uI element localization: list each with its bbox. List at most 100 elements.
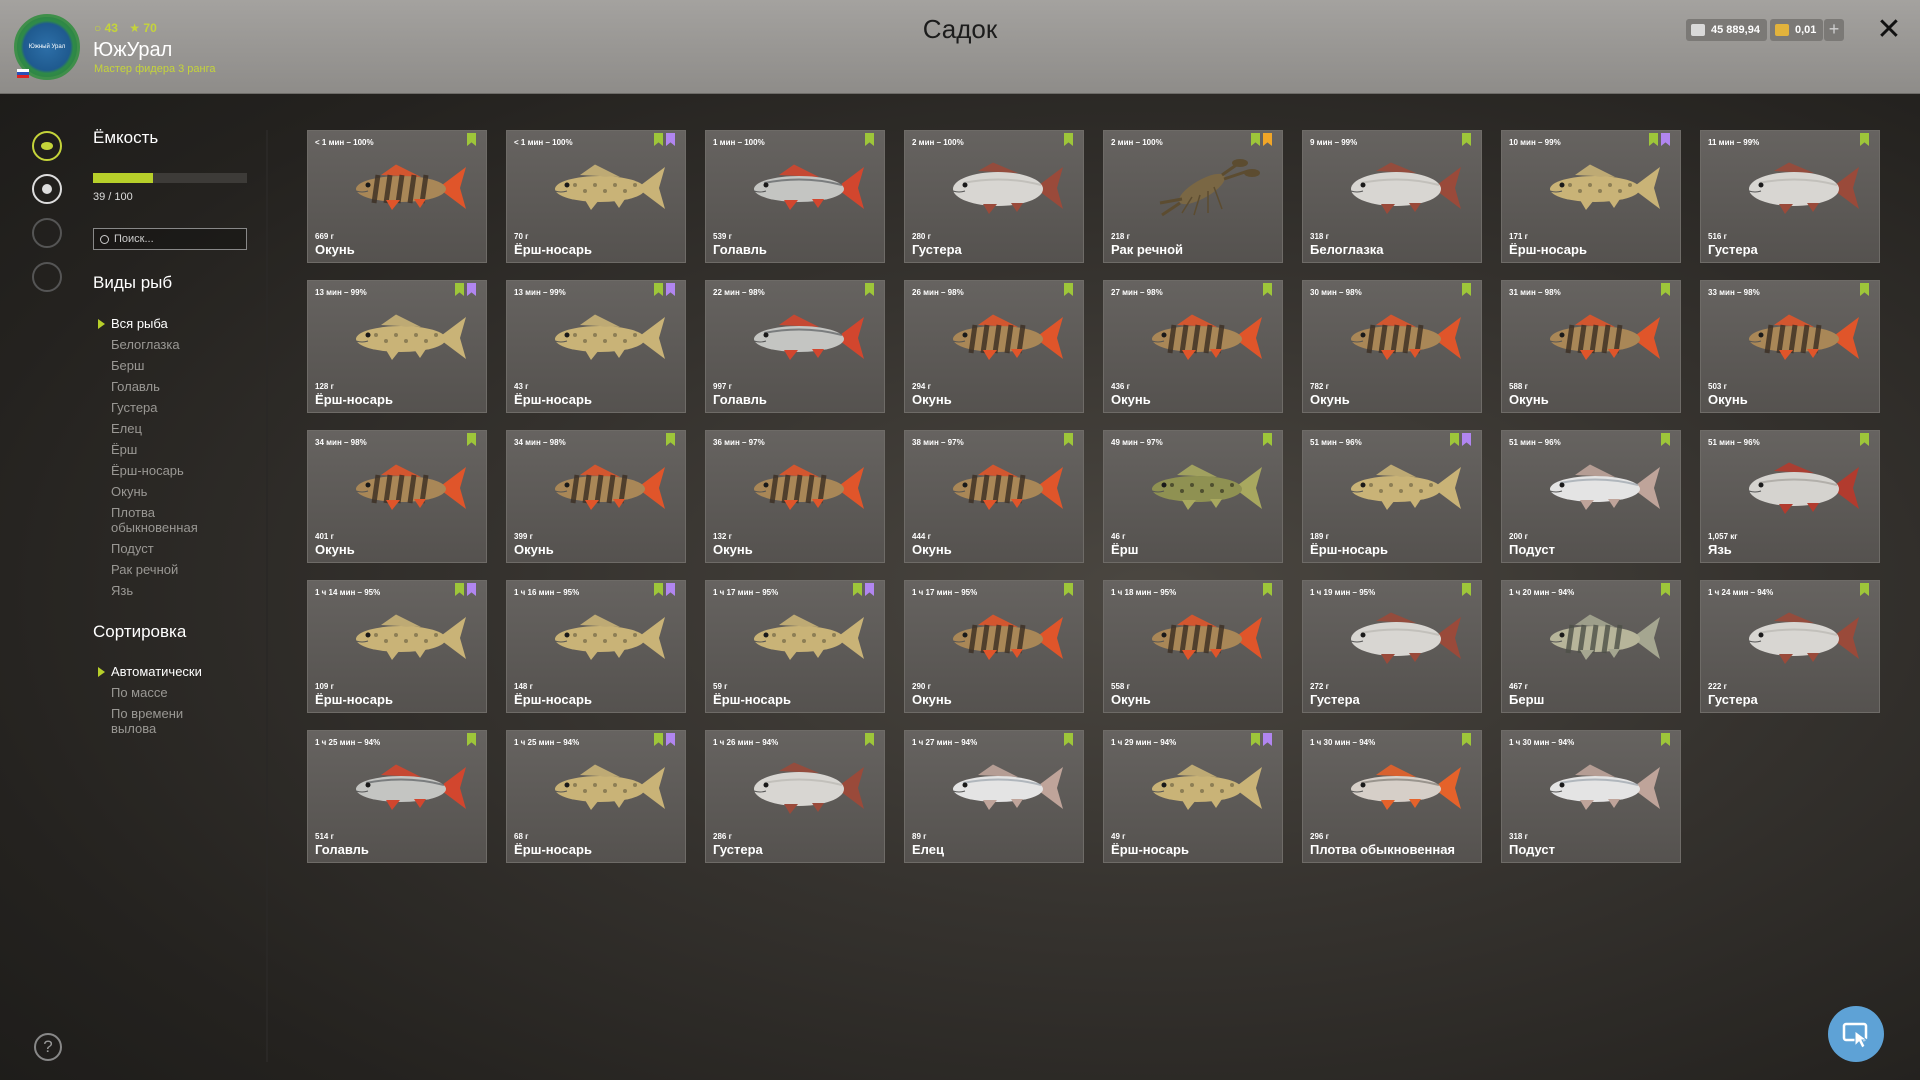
catch-card[interactable]: 9 мин – 99% 318 г Белоглазка — [1302, 130, 1482, 263]
catch-card[interactable]: 34 мин – 98% 399 г Окунь — [506, 430, 686, 563]
green-bookmark-icon — [853, 583, 862, 596]
catch-card[interactable]: 51 мин – 96% 200 г Подуст — [1501, 430, 1681, 563]
catch-name: Густера — [1708, 692, 1758, 707]
catch-card[interactable]: 27 мин – 98% 436 г Окунь — [1103, 280, 1283, 413]
catch-card[interactable]: < 1 мин – 100% 669 г Окунь — [307, 130, 487, 263]
catch-time: 1 ч 16 мин – 95% — [514, 588, 580, 597]
catch-time: 38 мин – 97% — [912, 438, 964, 447]
catch-time: 1 ч 30 мин – 94% — [1310, 738, 1376, 747]
bream-fish-image — [1350, 162, 1461, 214]
species-filter-1[interactable]: Белоглазка — [111, 337, 221, 352]
species-filter-9[interactable]: Плотва обыкновенная — [111, 505, 221, 535]
catch-card[interactable]: 1 ч 17 мин – 95% 59 г Ёрш-носарь — [705, 580, 885, 713]
sort-option-0[interactable]: Автоматически — [98, 664, 221, 679]
cursor-mode-button[interactable] — [1828, 1006, 1884, 1062]
species-filter-0[interactable]: Вся рыба — [98, 316, 221, 331]
green-bookmark-icon — [1860, 283, 1869, 296]
catch-time: 11 мин – 99% — [1708, 138, 1760, 147]
crayfish-view-icon[interactable] — [32, 174, 62, 204]
catch-card[interactable]: 1 ч 30 мин – 94% 296 г Плотва обыкновенн… — [1302, 730, 1482, 863]
catch-card[interactable]: 1 ч 20 мин – 94% 467 г Берш — [1501, 580, 1681, 713]
catch-card[interactable]: 22 мин – 98% 997 г Голавль — [705, 280, 885, 413]
catch-weight: 222 г — [1708, 682, 1727, 691]
catch-card[interactable]: 26 мин – 98% 294 г Окунь — [904, 280, 1084, 413]
catch-name: Окунь — [1111, 392, 1151, 407]
catch-card[interactable]: 1 ч 14 мин – 95% 109 г Ёрш-носарь — [307, 580, 487, 713]
add-currency-button[interactable]: + — [1824, 19, 1844, 41]
fish-view-icon[interactable] — [32, 131, 62, 161]
catch-card[interactable]: 1 ч 16 мин – 95% 148 г Ёрш-носарь — [506, 580, 686, 713]
catch-card[interactable]: 11 мин – 99% 516 г Густера — [1700, 130, 1880, 263]
catch-name: Ёрш-носарь — [514, 242, 592, 257]
catch-badges — [1860, 433, 1869, 446]
sort-option-2[interactable]: По времени вылова — [111, 706, 221, 736]
catch-card[interactable]: 49 мин – 97% 46 г Ёрш — [1103, 430, 1283, 563]
green-bookmark-icon — [455, 583, 464, 596]
catch-card[interactable]: 10 мин – 99% 171 г Ёрш-носарь — [1501, 130, 1681, 263]
catch-card[interactable]: 51 мин – 96% 189 г Ёрш-носарь — [1302, 430, 1482, 563]
species-filter-8[interactable]: Окунь — [111, 484, 221, 499]
green-bookmark-icon — [1860, 433, 1869, 446]
species-filter-2[interactable]: Берш — [111, 358, 221, 373]
catch-card[interactable]: 13 мин – 99% 43 г Ёрш-носарь — [506, 280, 686, 413]
sort-option-1[interactable]: По массе — [111, 685, 221, 700]
crayfish-image — [1159, 159, 1260, 217]
catch-card[interactable]: 34 мин – 98% 401 г Окунь — [307, 430, 487, 563]
catch-badges — [467, 133, 476, 146]
catch-weight: 290 г — [912, 682, 931, 691]
catch-name: Окунь — [1708, 392, 1748, 407]
catch-card[interactable]: 2 мин – 100% 280 г Густера — [904, 130, 1084, 263]
species-filter-6[interactable]: Ёрш — [111, 442, 221, 457]
catch-name: Окунь — [514, 542, 554, 557]
catch-card[interactable]: 1 ч 25 мин – 94% 68 г Ёрш-носарь — [506, 730, 686, 863]
nase-fish-image — [1549, 764, 1660, 810]
catch-card[interactable]: 51 мин – 96% 1,057 кг Язь — [1700, 430, 1880, 563]
catch-weight: 436 г — [1111, 382, 1130, 391]
species-filter-10[interactable]: Подуст — [111, 541, 221, 556]
catch-card[interactable]: 33 мин – 98% 503 г Окунь — [1700, 280, 1880, 413]
catch-card[interactable]: 1 ч 17 мин – 95% 290 г Окунь — [904, 580, 1084, 713]
purple-bookmark-icon — [1462, 433, 1471, 446]
catch-card[interactable]: 1 ч 30 мин – 94% 318 г Подуст — [1501, 730, 1681, 863]
catch-card[interactable]: 36 мин – 97% 132 г Окунь — [705, 430, 885, 563]
catch-card[interactable]: 1 мин – 100% 539 г Голавль — [705, 130, 885, 263]
help-button[interactable]: ? — [34, 1033, 62, 1061]
catch-card[interactable]: 1 ч 19 мин – 95% 272 г Густера — [1302, 580, 1482, 713]
catch-card[interactable]: 1 ч 25 мин – 94% 514 г Голавль — [307, 730, 487, 863]
catch-time: 31 мин – 98% — [1509, 288, 1561, 297]
zander-fish-image — [554, 764, 665, 810]
species-filter-3[interactable]: Голавль — [111, 379, 221, 394]
catch-time: < 1 мин – 100% — [514, 138, 573, 147]
species-filter-7[interactable]: Ёрш-носарь — [111, 463, 221, 478]
species-filter-11[interactable]: Рак речной — [111, 562, 221, 577]
catch-card[interactable]: 13 мин – 99% 128 г Ёрш-носарь — [307, 280, 487, 413]
species-filter-4[interactable]: Густера — [111, 400, 221, 415]
catch-card[interactable]: 1 ч 26 мин – 94% 286 г Густера — [705, 730, 885, 863]
perch-fish-image — [753, 464, 864, 510]
species-filter-5[interactable]: Елец — [111, 421, 221, 436]
catch-card[interactable]: 1 ч 27 мин – 94% 89 г Елец — [904, 730, 1084, 863]
catch-card[interactable]: 1 ч 24 мин – 94% 222 г Густера — [1700, 580, 1880, 713]
locked-view-icon-2[interactable] — [32, 262, 62, 292]
species-filter-12[interactable]: Язь — [111, 583, 221, 598]
green-bookmark-icon — [1263, 583, 1272, 596]
search-input[interactable]: Поиск... — [93, 228, 247, 250]
catch-time: 1 ч 30 мин – 94% — [1509, 738, 1575, 747]
catch-card[interactable]: 31 мин – 98% 588 г Окунь — [1501, 280, 1681, 413]
catch-card[interactable]: 2 мин – 100% 218 г Рак речной — [1103, 130, 1283, 263]
catch-weight: 68 г — [514, 832, 529, 841]
catch-card[interactable]: 30 мин – 98% 782 г Окунь — [1302, 280, 1482, 413]
catch-badges — [1860, 283, 1869, 296]
catch-badges — [1064, 733, 1073, 746]
silver-amount: 45 889,94 — [1711, 24, 1760, 36]
cursor-icon — [1842, 1022, 1869, 1049]
catch-card[interactable]: < 1 мин – 100% 70 г Ёрш-носарь — [506, 130, 686, 263]
catch-card[interactable]: 1 ч 29 мин – 94% 49 г Ёрш-носарь — [1103, 730, 1283, 863]
catch-weight: 46 г — [1111, 532, 1126, 541]
catch-weight: 189 г — [1310, 532, 1329, 541]
green-bookmark-icon — [1661, 583, 1670, 596]
catch-card[interactable]: 1 ч 18 мин – 95% 558 г Окунь — [1103, 580, 1283, 713]
catch-card[interactable]: 38 мин – 97% 444 г Окунь — [904, 430, 1084, 563]
close-button[interactable]: ✕ — [1874, 12, 1904, 48]
locked-view-icon-1[interactable] — [32, 218, 62, 248]
